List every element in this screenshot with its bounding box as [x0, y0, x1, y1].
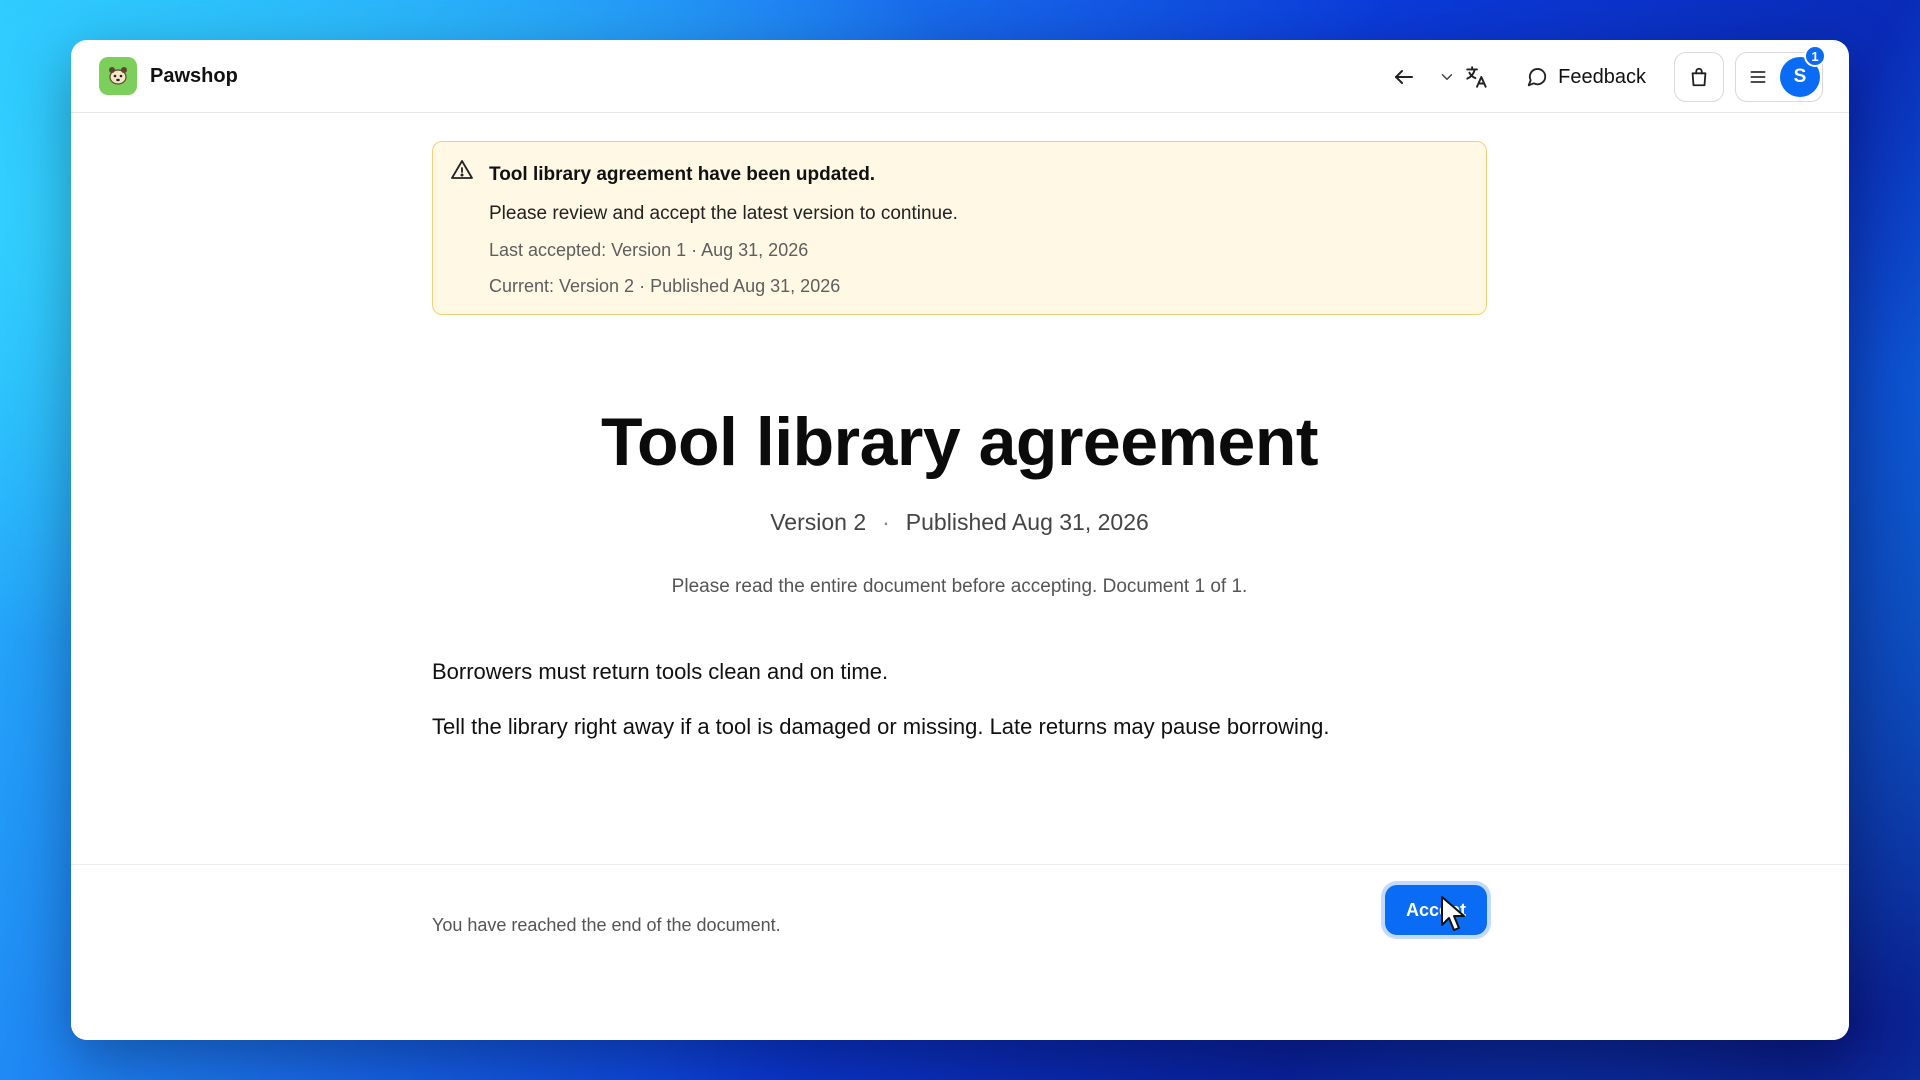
- shopping-bag-icon: [1691, 67, 1707, 87]
- pawshop-logo-icon: [99, 57, 137, 95]
- page-title: Tool library agreement: [600, 404, 1319, 480]
- back-button[interactable]: [1384, 57, 1424, 97]
- arrow-left-icon: [1395, 70, 1414, 84]
- end-of-document-status: You have reached the end of the document…: [432, 915, 781, 935]
- warning-triangle-icon: [451, 160, 473, 179]
- menu-icon: [1750, 71, 1766, 83]
- brand-name: Pawshop: [150, 64, 238, 87]
- accept-button[interactable]: Accept: [1385, 885, 1487, 935]
- top-bar: Pawshop Feedback S 1: [71, 40, 1849, 113]
- update-notice: Tool library agreement have been updated…: [432, 141, 1487, 315]
- document-paragraph: Tell the library right away if a tool is…: [432, 714, 1330, 739]
- main-content: Tool library agreement have been updated…: [432, 141, 1487, 739]
- document-paragraph: Borrowers must return tools clean and on…: [432, 659, 889, 684]
- acceptance-footer: You have reached the end of the document…: [71, 864, 1849, 1040]
- feedback-button[interactable]: Feedback: [1526, 57, 1646, 97]
- meta-separator: ·: [882, 509, 890, 535]
- feedback-label: Feedback: [1558, 65, 1646, 88]
- notice-title: Tool library agreement have been updated…: [489, 164, 876, 185]
- translate-icon: [1466, 66, 1487, 88]
- account-menu-button[interactable]: S 1: [1735, 45, 1826, 102]
- message-circle-icon: [1527, 68, 1547, 87]
- notice-last-accepted: Last accepted: Version 1 · Aug 31, 2026: [489, 240, 809, 260]
- app-window: Pawshop Feedback S 1 Tool library agreem…: [71, 40, 1849, 1040]
- reading-instruction: Please read the entire document before a…: [671, 576, 1248, 597]
- brand[interactable]: Pawshop: [99, 57, 238, 95]
- document-meta: Version 2 · Published Aug 31, 2026: [432, 509, 1487, 536]
- notice-current-version: Current: Version 2 · Published Aug 31, 2…: [489, 276, 841, 296]
- chevron-down-icon: [1441, 74, 1453, 80]
- notification-badge: 1: [1804, 45, 1826, 67]
- notice-body: Please review and accept the latest vers…: [489, 203, 958, 224]
- shopping-bag-button[interactable]: [1674, 52, 1724, 102]
- language-selector[interactable]: [1438, 57, 1490, 97]
- header-actions: Feedback S 1: [1384, 45, 1826, 103]
- document-version: Version 2: [770, 509, 867, 535]
- document-published: Published Aug 31, 2026: [905, 509, 1149, 535]
